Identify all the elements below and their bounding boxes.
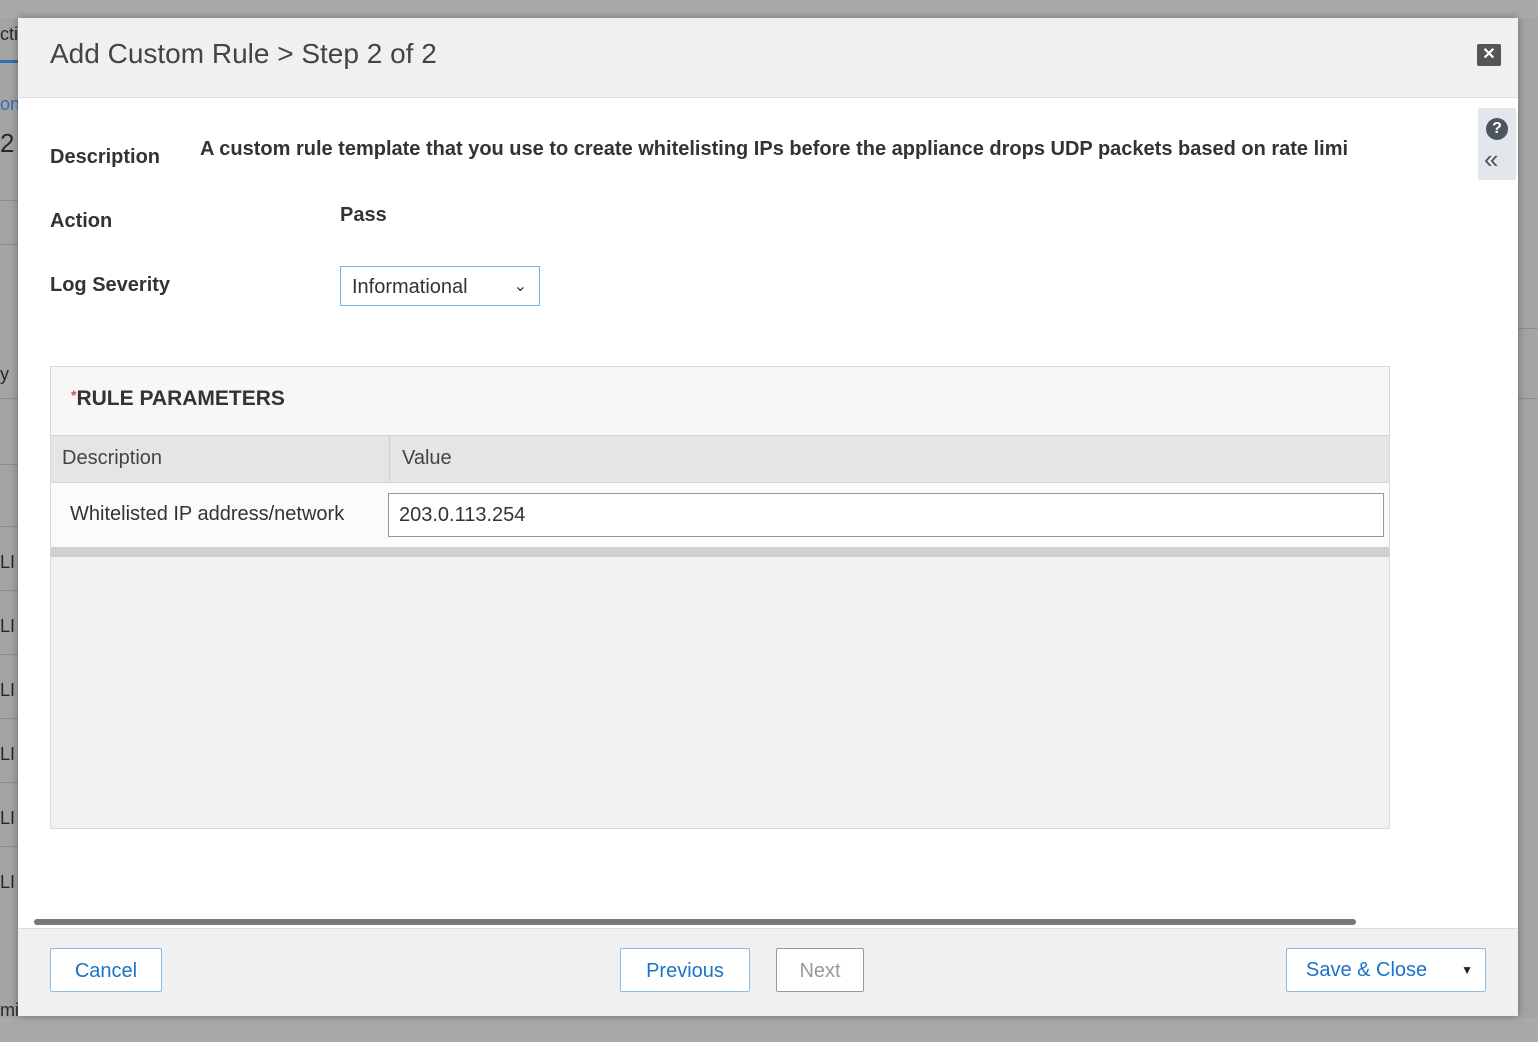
save-close-button[interactable]: Save & Close ▼ <box>1286 948 1486 992</box>
save-close-label: Save & Close <box>1306 959 1428 981</box>
rule-parameters-title-text: RULE PARAMETERS <box>76 387 285 410</box>
whitelisted-ip-input[interactable] <box>388 493 1384 537</box>
background-text: mi <box>0 1000 18 1020</box>
log-severity-selected-value: Informational <box>352 276 468 298</box>
background-text: cti <box>0 24 18 44</box>
background-text: on <box>0 94 18 114</box>
background-text: LI <box>0 552 16 572</box>
background-text: LI <box>0 616 16 636</box>
background-text: LI <box>0 744 16 764</box>
background-right-strip <box>1518 18 1538 1018</box>
cancel-button[interactable]: Cancel <box>50 948 162 992</box>
next-button[interactable]: Next <box>776 948 864 992</box>
close-icon[interactable]: ✕ <box>1477 44 1501 66</box>
column-header-value[interactable]: Value <box>390 436 1388 482</box>
background-divider <box>0 718 18 719</box>
description-label: Description <box>50 146 161 168</box>
background-divider <box>1518 398 1538 399</box>
action-value: Pass <box>340 204 387 226</box>
dialog-title: Add Custom Rule > Step 2 of 2 <box>50 38 437 69</box>
background-divider <box>0 654 18 655</box>
dialog-horizontal-scrollbar[interactable] <box>34 919 1356 925</box>
background-divider <box>0 464 18 465</box>
background-text: LI <box>0 680 16 700</box>
background-divider <box>0 398 18 399</box>
action-label: Action <box>50 210 113 232</box>
parameters-grid-header: Description Value <box>51 435 1389 483</box>
dialog-header: Add Custom Rule > Step 2 of 2 ✕ <box>18 18 1518 98</box>
rule-parameters-title: *RULE PARAMETERS <box>71 387 285 411</box>
background-text: LI <box>0 808 16 828</box>
log-severity-select[interactable]: Informational ⌄ <box>340 266 540 306</box>
help-side-panel: ? « <box>1478 108 1516 180</box>
previous-button[interactable]: Previous <box>620 948 750 992</box>
table-row: Whitelisted IP address/network <box>51 483 1389 547</box>
dialog-footer: Cancel Previous Next Save & Close ▼ <box>18 928 1518 1016</box>
background-divider <box>0 200 18 201</box>
help-icon[interactable]: ? <box>1486 118 1508 140</box>
caret-down-icon[interactable]: ▼ <box>1461 949 1473 991</box>
grid-horizontal-scrollbar[interactable] <box>51 547 1389 557</box>
rule-parameters-header: *RULE PARAMETERS <box>51 367 1389 435</box>
background-text: LI <box>0 872 16 892</box>
parameter-description: Whitelisted IP address/network <box>70 503 345 525</box>
chevron-down-icon: ⌄ <box>513 278 527 295</box>
double-chevron-left-icon[interactable]: « <box>1484 146 1498 172</box>
column-header-description[interactable]: Description <box>51 436 390 482</box>
add-custom-rule-dialog: Add Custom Rule > Step 2 of 2 ✕ ? « Desc… <box>18 18 1518 1016</box>
background-divider <box>0 846 18 847</box>
rule-parameters-panel: *RULE PARAMETERS Description Value White… <box>50 366 1390 829</box>
background-divider <box>0 590 18 591</box>
background-divider <box>1518 328 1538 329</box>
background-divider <box>0 244 18 245</box>
background-left-strip: cti on 2 y LI LI LI LI LI LI mi <box>0 18 18 1020</box>
background-text: 2 <box>0 128 15 158</box>
log-severity-label: Log Severity <box>50 274 171 296</box>
background-divider <box>0 526 18 527</box>
background-text: y <box>0 364 9 384</box>
description-value: A custom rule template that you use to c… <box>200 138 1349 160</box>
background-tab-underline <box>0 60 18 63</box>
background-divider <box>0 782 18 783</box>
